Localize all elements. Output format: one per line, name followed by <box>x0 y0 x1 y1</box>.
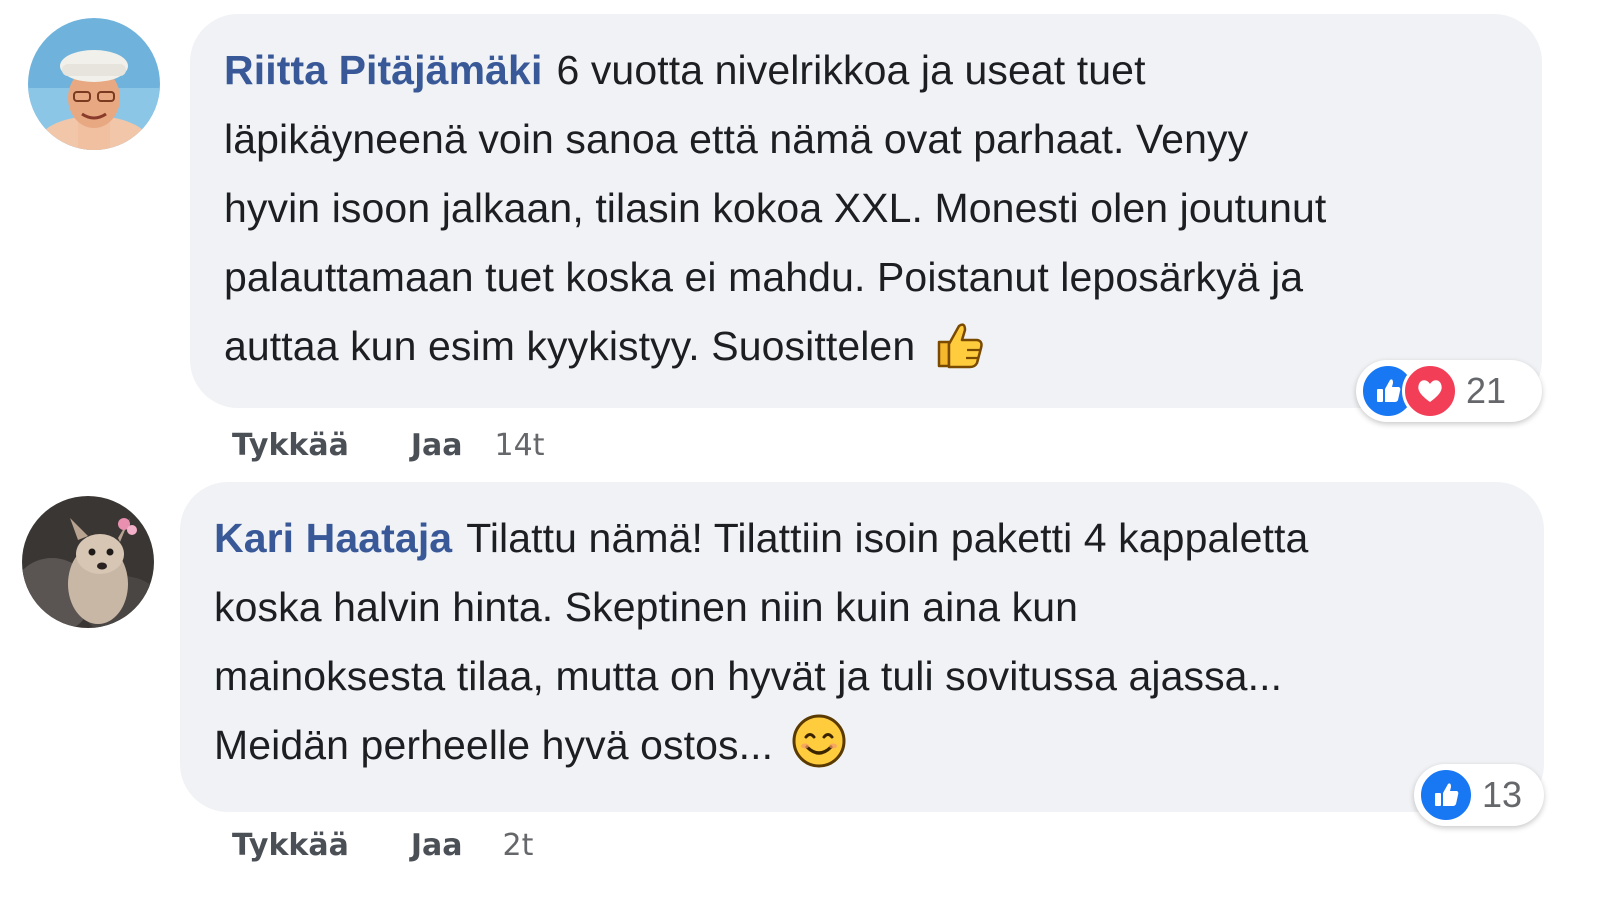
reaction-count: 13 <box>1482 774 1523 815</box>
author-name[interactable]: Kari Haataja <box>214 515 452 561</box>
thumbs-up-emoji-icon <box>933 318 985 391</box>
comment-actions: Tykkää Jaa 14t <box>232 428 544 463</box>
comment-text: 6 vuotta nivelrikkoa ja useat tuet <box>556 47 1146 93</box>
reaction-summary[interactable]: 21 <box>1356 360 1542 422</box>
timestamp[interactable]: 14t <box>495 428 545 463</box>
comment-text: palauttamaan tuet koska ei mahdu. Poista… <box>224 254 1304 300</box>
avatar[interactable] <box>22 496 154 628</box>
comment-item: Riitta Pitäjämäki 6 vuotta nivelrikkoa ja… <box>0 0 1600 470</box>
author-name[interactable]: Riitta Pitäjämäki <box>224 47 542 93</box>
share-button[interactable]: Jaa <box>411 428 463 463</box>
comment-text: Meidän perheelle hyvä ostos... <box>214 722 774 768</box>
avatar-photo <box>22 496 154 628</box>
like-reaction-icon <box>1418 767 1474 823</box>
comment-text: mainoksesta tilaa, mutta on hyvät ja tul… <box>214 653 1283 699</box>
comment-bubble: Kari Haataja Tilattu nämä! Tilattiin isoi… <box>180 482 1544 812</box>
comment-body: Riitta Pitäjämäki 6 vuotta nivelrikkoa ja… <box>224 36 1524 391</box>
comment-actions: Tykkää Jaa 2t <box>232 828 533 863</box>
comment-item: Kari Haataja Tilattu nämä! Tilattiin isoi… <box>0 470 1600 900</box>
comment-line: Kari Haataja Tilattu nämä! Tilattiin isoi… <box>214 504 1524 573</box>
like-button[interactable]: Tykkää <box>232 428 349 463</box>
avatar[interactable] <box>28 18 160 150</box>
timestamp[interactable]: 2t <box>503 828 534 863</box>
comment-line: auttaa kun esim kyykistyy. Suosittelen <box>224 312 1524 391</box>
comment-body: Kari Haataja Tilattu nämä! Tilattiin isoi… <box>214 504 1524 790</box>
comment-line: Riitta Pitäjämäki 6 vuotta nivelrikkoa ja… <box>224 36 1524 105</box>
reaction-count: 21 <box>1466 370 1507 411</box>
comment-text: läpikäyneenä voin sanoa että nämä ovat p… <box>224 116 1249 162</box>
smiling-face-emoji-icon <box>791 713 847 790</box>
comment-text: koska halvin hinta. Skeptinen niin kuin … <box>214 584 1079 630</box>
share-button[interactable]: Jaa <box>411 828 463 863</box>
avatar-photo <box>28 18 160 150</box>
reaction-summary[interactable]: 13 <box>1414 764 1544 826</box>
comment-text: auttaa kun esim kyykistyy. Suosittelen <box>224 323 916 369</box>
comment-text: hyvin isoon jalkaan, tilasin kokoa XXL. … <box>224 185 1327 231</box>
like-button[interactable]: Tykkää <box>232 828 349 863</box>
comment-text: Tilattu nämä! Tilattiin isoin paketti 4 … <box>466 515 1309 561</box>
comment-bubble: Riitta Pitäjämäki 6 vuotta nivelrikkoa ja… <box>190 14 1542 408</box>
love-reaction-icon <box>1402 363 1458 419</box>
comment-line: Meidän perheelle hyvä ostos... <box>214 711 1524 790</box>
